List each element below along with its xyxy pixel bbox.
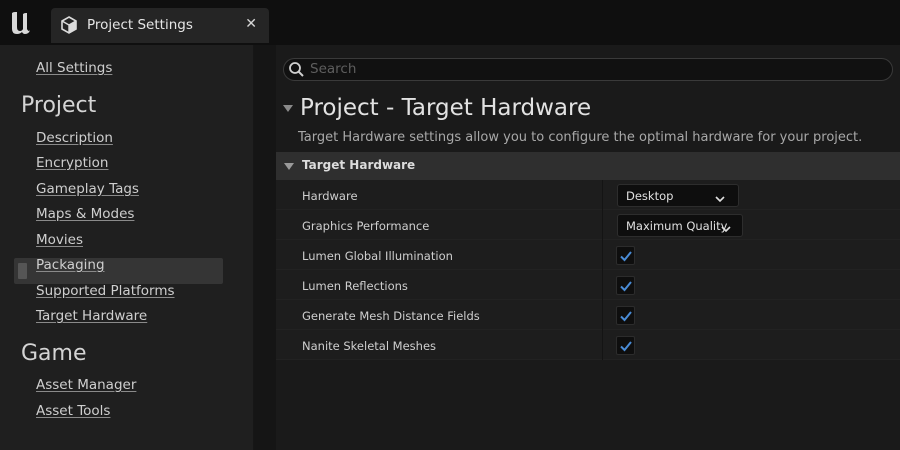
search-box[interactable] [283,58,893,81]
sidebar-item-movies[interactable]: Movies [36,232,83,248]
section-header-target-hardware[interactable]: Target Hardware [276,152,900,180]
tab-title: Project Settings [87,17,193,33]
property-label: Lumen Reflections [302,279,408,293]
checkmark-icon [620,341,632,352]
sidebar-item-asset-manager[interactable]: Asset Manager [36,377,136,393]
sidebar-heading-game: Game [21,341,87,366]
sidebar-item-gameplay-tags[interactable]: Gameplay Tags [36,181,139,197]
property-row-graphics-performance: Graphics Performance Maximum Quality [276,210,900,240]
search-input[interactable] [310,59,880,79]
column-divider [602,210,603,240]
column-divider [602,180,603,210]
sidebar-item-asset-tools[interactable]: Asset Tools [36,403,110,419]
property-row-nanite-skeletal-meshes: Nanite Skeletal Meshes [276,330,900,360]
search-icon [288,61,305,78]
sidebar-item-target-hardware[interactable]: Target Hardware [36,308,147,324]
collapse-section-icon[interactable] [284,163,294,170]
nanite-skeletal-meshes-checkbox[interactable] [616,336,635,355]
page-description: Target Hardware settings allow you to co… [298,130,863,145]
dropdown-value: Maximum Quality [626,219,728,233]
page-title: Project - Target Hardware [300,95,592,121]
sidebar-heading-project: Project [21,93,97,118]
property-label: Lumen Global Illumination [302,249,453,263]
column-divider [602,270,603,300]
column-divider [602,240,603,270]
checkmark-icon [620,281,632,292]
property-row-hardware: Hardware Desktop [276,180,900,210]
checkmark-icon [620,251,632,262]
property-label: Nanite Skeletal Meshes [302,339,437,353]
sidebar-item-supported-platforms[interactable]: Supported Platforms [36,283,175,299]
property-label: Generate Mesh Distance Fields [302,309,480,323]
property-list: Hardware Desktop Graphics Performance Ma… [276,180,900,360]
property-label: Hardware [302,189,358,203]
tab-project-settings[interactable]: Project Settings ✕ [51,8,269,43]
property-row-lumen-reflections: Lumen Reflections [276,270,900,300]
column-divider [602,300,603,330]
property-label: Graphics Performance [302,219,430,233]
column-divider [602,330,603,360]
collapse-page-icon[interactable] [283,105,293,112]
property-row-mesh-distance-fields: Generate Mesh Distance Fields [276,300,900,330]
lumen-gi-checkbox[interactable] [616,246,635,265]
property-row-lumen-gi: Lumen Global Illumination [276,240,900,270]
chevron-down-icon [714,190,726,203]
sidebar-item-packaging[interactable]: Packaging [36,257,105,273]
settings-cube-icon [60,16,78,34]
graphics-performance-dropdown[interactable]: Maximum Quality [617,214,743,237]
dropdown-value: Desktop [626,189,674,203]
sidebar-item-maps-modes[interactable]: Maps & Modes [36,206,134,222]
sidebar-item-description[interactable]: Description [36,130,113,146]
chevron-down-icon [720,220,732,233]
mesh-distance-fields-checkbox[interactable] [616,306,635,325]
selection-indicator [18,263,27,279]
lumen-reflections-checkbox[interactable] [616,276,635,295]
sidebar-item-encryption[interactable]: Encryption [36,155,108,171]
panel-gutter [254,45,276,450]
section-label: Target Hardware [302,158,416,172]
hardware-dropdown[interactable]: Desktop [617,184,739,207]
all-settings-link[interactable]: All Settings [36,60,112,76]
title-bar: Project Settings ✕ [0,0,900,45]
unreal-logo-icon[interactable] [6,8,36,38]
close-icon[interactable]: ✕ [245,16,257,32]
checkmark-icon [620,311,632,322]
